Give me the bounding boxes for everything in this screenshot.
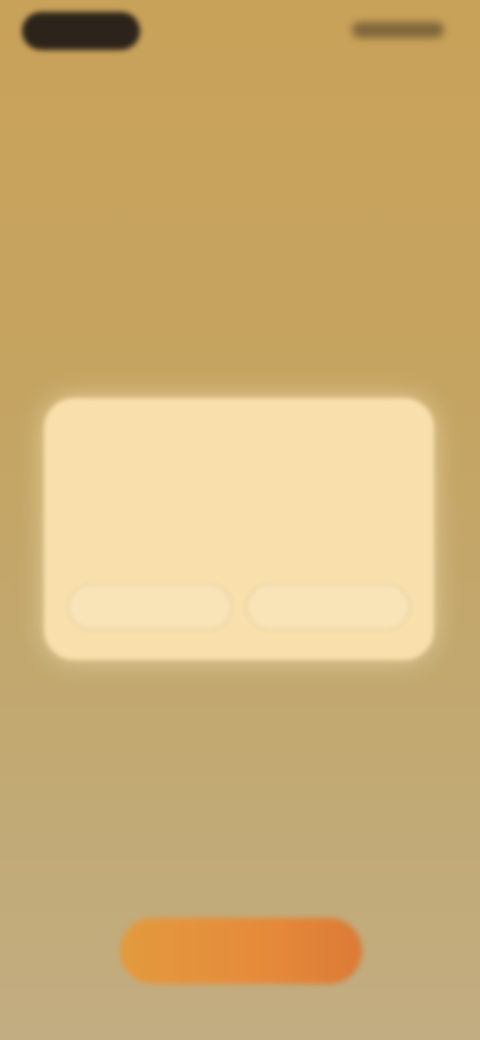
status-indicators [352, 22, 444, 38]
bottom-primary-button[interactable] [120, 918, 362, 984]
app-screen [0, 0, 480, 1040]
status-time [22, 12, 140, 50]
dialog-primary-button[interactable] [246, 584, 410, 630]
dialog-actions [68, 584, 410, 630]
status-bar [0, 0, 480, 64]
alert-dialog [44, 398, 434, 660]
dialog-secondary-button[interactable] [68, 584, 232, 630]
